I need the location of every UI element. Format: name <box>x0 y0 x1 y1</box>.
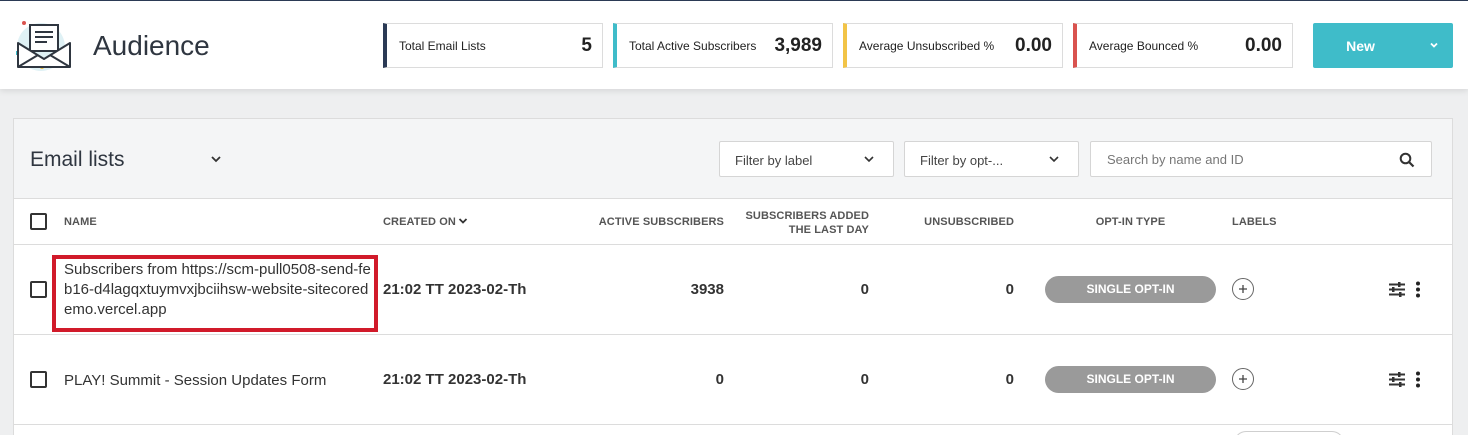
list-name[interactable]: Subscribers from https://scm-pull0508-se… <box>64 260 374 320</box>
row-checkbox[interactable] <box>30 281 47 298</box>
chevron-down-icon[interactable] <box>210 154 222 164</box>
stat-label: Total Email Lists <box>399 39 486 53</box>
top-header: Audience Total Email Lists 5 Total Activ… <box>0 0 1468 89</box>
search-input[interactable] <box>1091 142 1391 176</box>
email-lists-title[interactable]: Email lists <box>30 148 125 172</box>
stat-label: Average Bounced % <box>1089 39 1199 53</box>
created-on: 21:02 TT 2023-02-Th <box>383 281 527 298</box>
sort-down-icon[interactable] <box>458 217 468 225</box>
new-button[interactable]: New <box>1313 23 1453 68</box>
stat-card-average-bounced: Average Bounced % 0.00 <box>1073 23 1293 68</box>
column-unsubscribed: UNSUBSCRIBED <box>924 216 1014 228</box>
column-subscribers-added-line1: SUBSCRIBERS ADDED <box>745 210 869 222</box>
panel-toolbar: Email lists Filter by label Filter by op… <box>14 119 1452 199</box>
filter-by-label-dropdown[interactable]: Filter by label <box>719 141 894 177</box>
stat-card-total-active-subscribers: Total Active Subscribers 3,989 <box>613 23 833 68</box>
subscribers-added: 0 <box>860 281 869 298</box>
table-header: NAME CREATED ON ACTIVE SUBSCRIBERS SUBSC… <box>14 199 1452 245</box>
column-labels: LABELS <box>1232 216 1277 228</box>
chevron-down-icon[interactable] <box>1429 40 1439 50</box>
column-name[interactable]: NAME <box>64 216 97 228</box>
stat-value: 3,989 <box>774 35 822 56</box>
active-subscribers: 3938 <box>690 281 724 298</box>
column-created-on[interactable]: CREATED ON <box>383 216 456 228</box>
optin-type-badge: SINGLE OPT-IN <box>1045 366 1216 393</box>
chevron-down-icon <box>864 156 874 163</box>
created-on: 21:02 TT 2023-02-Th <box>383 371 527 388</box>
column-optin-type: OPT-IN TYPE <box>1095 216 1166 228</box>
stat-card-total-email-lists: Total Email Lists 5 <box>383 23 603 68</box>
filter-by-optin-dropdown[interactable]: Filter by opt-... <box>904 141 1079 177</box>
more-options-icon[interactable] <box>1414 281 1422 298</box>
more-options-icon[interactable] <box>1414 371 1422 388</box>
filter-by-optin-text: Filter by opt-... <box>920 153 1004 168</box>
select-all-checkbox[interactable] <box>30 213 47 230</box>
column-subscribers-added: SUBSCRIBERS ADDED THE LAST DAY <box>734 209 869 237</box>
email-lists-panel: Email lists Filter by label Filter by op… <box>13 118 1453 435</box>
stat-value: 0.00 <box>1245 35 1282 56</box>
new-button-label: New <box>1346 38 1375 54</box>
chevron-down-icon <box>1049 156 1059 163</box>
settings-sliders-icon[interactable] <box>1388 281 1406 298</box>
stat-label: Total Active Subscribers <box>629 39 757 53</box>
search-icon[interactable] <box>1399 152 1415 168</box>
partial-label-pill <box>1234 431 1344 435</box>
active-subscribers: 0 <box>715 371 724 388</box>
stat-card-average-unsubscribed: Average Unsubscribed % 0.00 <box>843 23 1063 68</box>
table-row[interactable]: PLAY! Summit - Session Updates Form 21:0… <box>14 335 1452 425</box>
stat-value: 5 <box>581 35 592 56</box>
subscribers-added: 0 <box>860 371 869 388</box>
add-label-button[interactable] <box>1232 278 1254 300</box>
list-name[interactable]: PLAY! Summit - Session Updates Form <box>64 371 374 391</box>
page-title: Audience <box>93 30 210 61</box>
unsubscribed: 0 <box>1005 371 1014 388</box>
table-row[interactable]: Subscribers from https://scm-pull0508-se… <box>14 245 1452 335</box>
unsubscribed: 0 <box>1005 281 1014 298</box>
column-active-subscribers: ACTIVE SUBSCRIBERS <box>598 216 724 228</box>
row-checkbox[interactable] <box>30 371 47 388</box>
search-box <box>1090 141 1432 177</box>
envelope-icon <box>16 21 71 71</box>
stat-label: Average Unsubscribed % <box>859 39 995 53</box>
add-label-button[interactable] <box>1232 368 1254 390</box>
plus-icon <box>1239 285 1247 293</box>
plus-icon <box>1239 375 1247 383</box>
column-subscribers-added-line2: THE LAST DAY <box>788 224 869 236</box>
filter-by-label-text: Filter by label <box>735 153 813 168</box>
settings-sliders-icon[interactable] <box>1388 371 1406 388</box>
stat-value: 0.00 <box>1015 35 1052 56</box>
optin-type-badge: SINGLE OPT-IN <box>1045 276 1216 303</box>
